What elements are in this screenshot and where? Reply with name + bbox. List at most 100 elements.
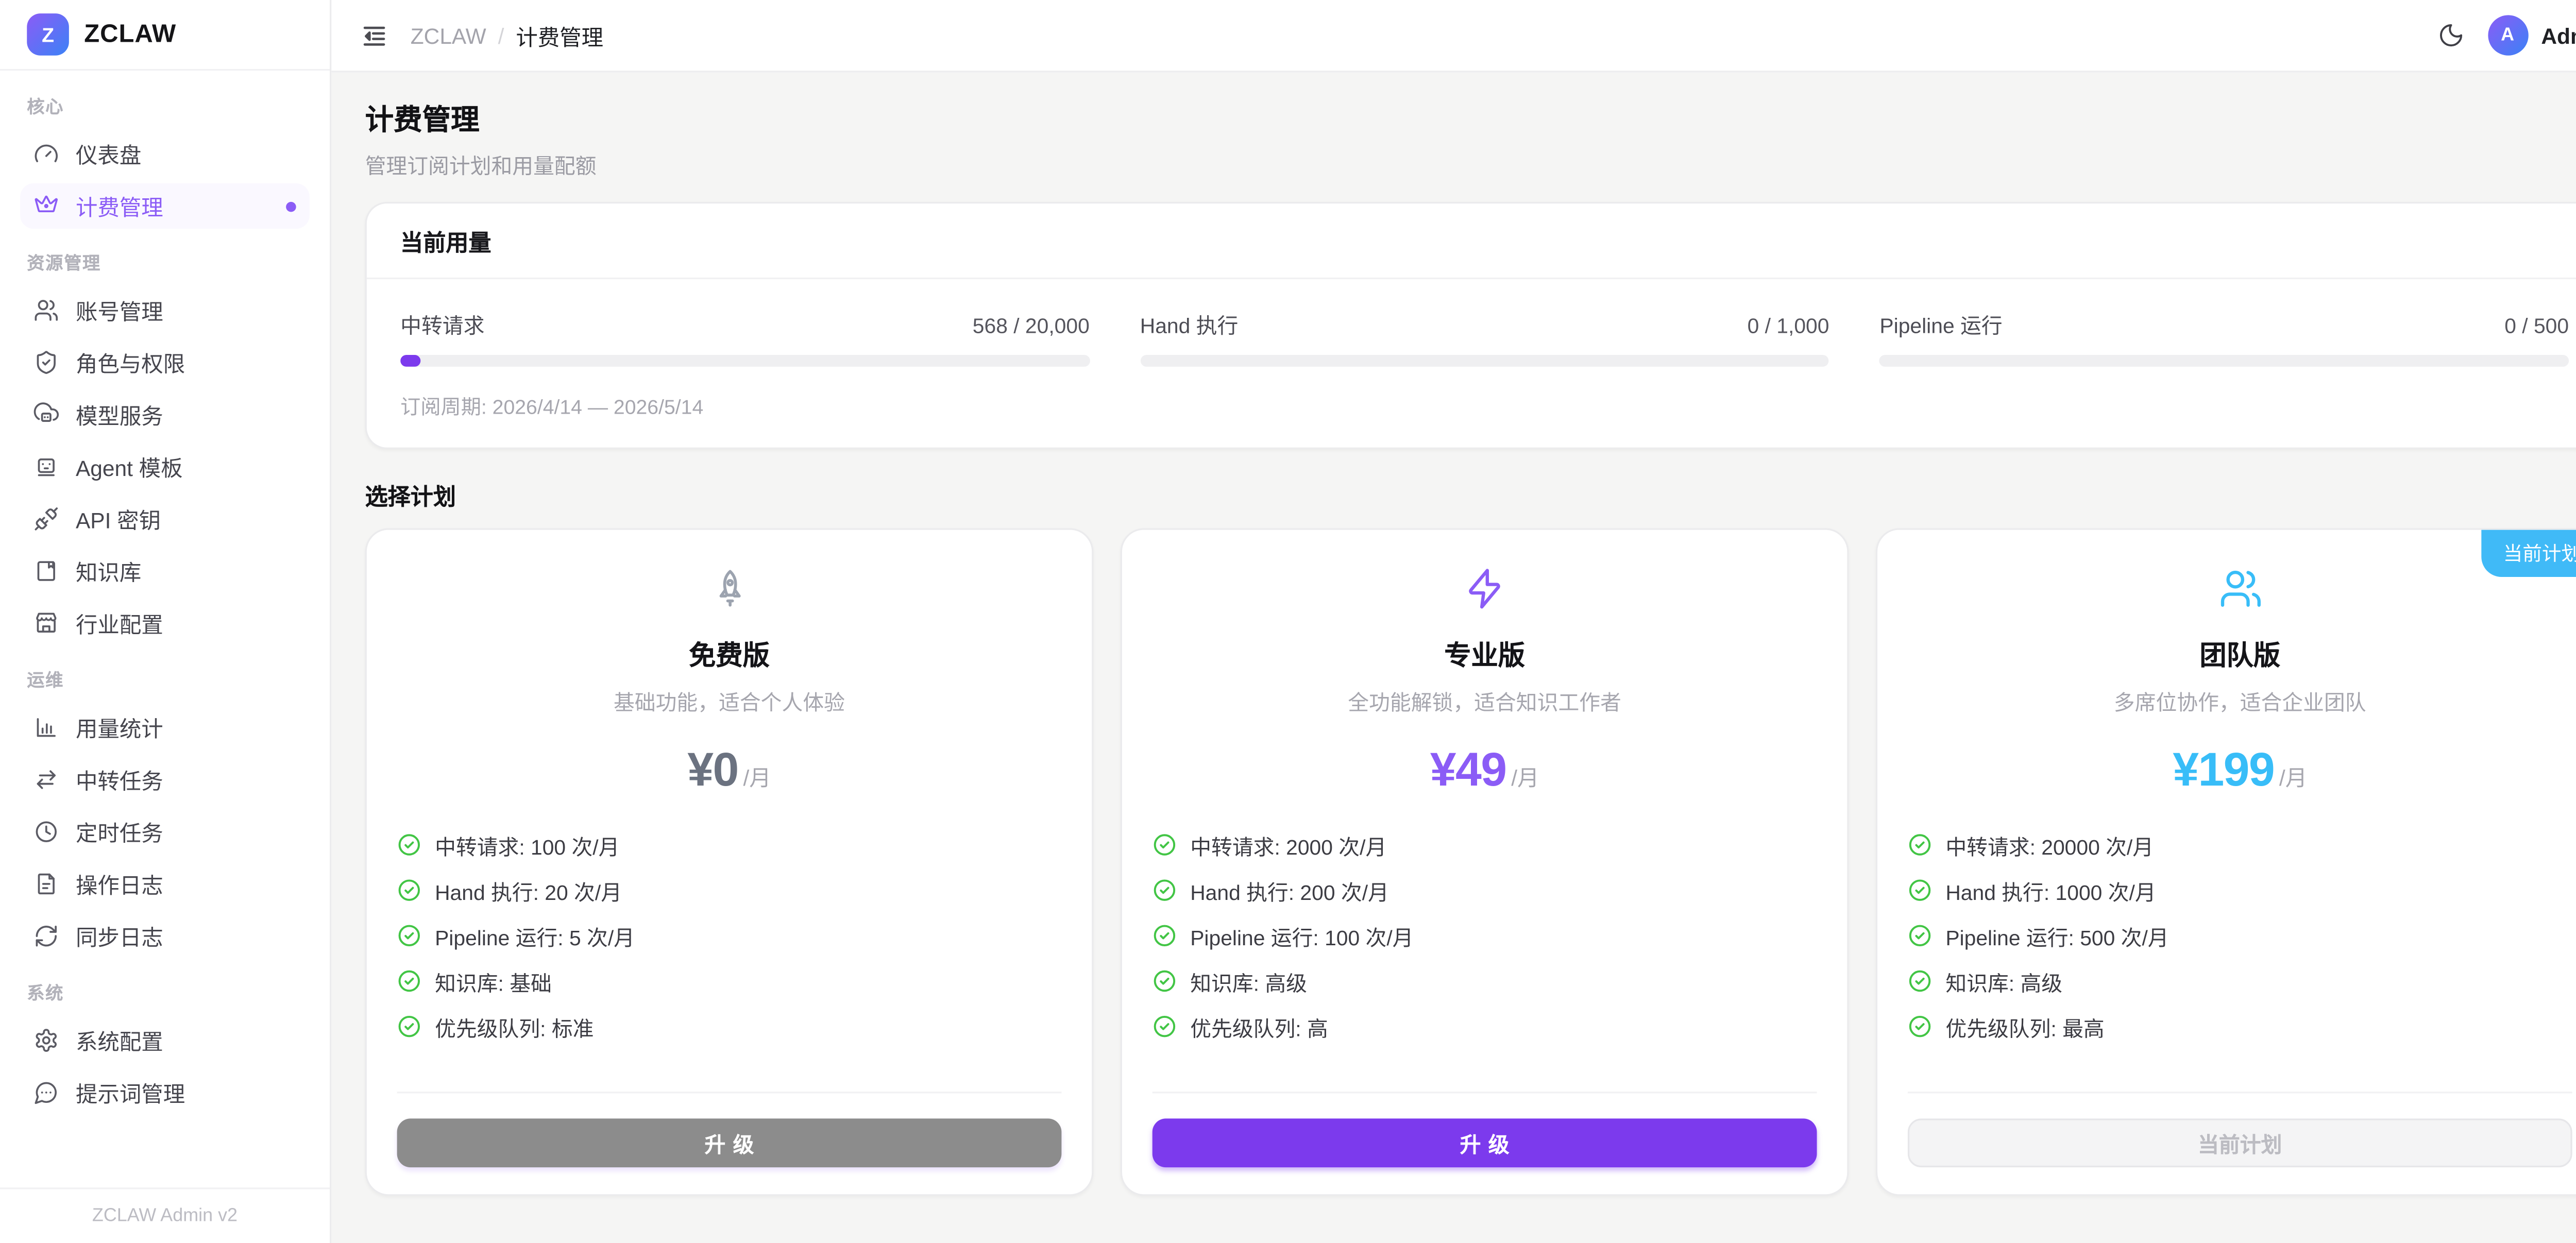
sidebar-item-label: 同步日志: [76, 920, 163, 952]
brand-logo-mark: Z: [27, 13, 69, 56]
plan-features: 中转请求: 2000 次/月 Hand 执行: 200 次/月 Pipeline…: [1153, 829, 1817, 1043]
plan-tagline: 基础功能，适合个人体验: [397, 685, 1062, 717]
sidebar-item-agent-templates[interactable]: Agent 模板: [20, 444, 310, 489]
users-icon: [33, 298, 59, 323]
sidebar-collapse-icon[interactable]: [360, 21, 389, 50]
sidebar-footer: ZCLAW Admin v2: [0, 1187, 330, 1243]
upgrade-button-free[interactable]: 升级: [397, 1118, 1062, 1167]
breadcrumb-separator: /: [498, 23, 504, 48]
check-circle-icon: [397, 924, 421, 948]
sidebar-item-operation-logs[interactable]: 操作日志: [20, 861, 310, 907]
nav-group-resources: 资源管理 账号管理 角色与权限 模型服务: [20, 251, 310, 646]
shield-check-icon: [33, 350, 59, 375]
feature-text: 优先级队列: 最高: [1945, 1011, 2104, 1043]
sidebar-item-roles[interactable]: 角色与权限: [20, 340, 310, 385]
sidebar-item-model-services[interactable]: 模型服务: [20, 392, 310, 437]
divider: [1153, 1092, 1817, 1093]
sidebar-item-relay-tasks[interactable]: 中转任务: [20, 757, 310, 802]
bot-icon: [33, 454, 59, 480]
feature-text: 优先级队列: 标准: [435, 1011, 594, 1043]
plan-tagline: 全功能解锁，适合知识工作者: [1153, 685, 1817, 717]
sidebar-item-label: API 密钥: [76, 503, 161, 535]
nav-group-label: 运维: [27, 668, 310, 693]
sidebar-item-billing[interactable]: 计费管理: [20, 183, 310, 229]
feature-item: 知识库: 基础: [397, 965, 1062, 997]
sidebar-item-accounts[interactable]: 账号管理: [20, 287, 310, 333]
page-content: 计费管理 管理订阅计划和用量配额 当前用量 中转请求 568 / 20,000: [331, 72, 2576, 1243]
feature-item: Pipeline 运行: 100 次/月: [1153, 920, 1817, 952]
plan-price-amount: ¥199: [2173, 743, 2274, 797]
current-plan-badge: 当前计划: [2481, 530, 2576, 577]
check-circle-icon: [397, 833, 421, 857]
feature-item: 中转请求: 20000 次/月: [1908, 829, 2572, 861]
breadcrumb-root[interactable]: ZCLAW: [411, 23, 486, 48]
transfer-arrows-icon: [33, 767, 59, 792]
sidebar-item-industry-config[interactable]: 行业配置: [20, 601, 310, 646]
check-circle-icon: [1908, 1015, 1932, 1039]
nav-group-label: 资源管理: [27, 251, 310, 276]
feature-text: 知识库: 高级: [1190, 965, 1307, 997]
feature-text: Hand 执行: 200 次/月: [1190, 875, 1389, 907]
plan-name: 团队版: [1908, 633, 2572, 673]
sidebar-item-system-config[interactable]: 系统配置: [20, 1018, 310, 1063]
plan-tagline: 多席位协作，适合企业团队: [1908, 685, 2572, 717]
plan-card-footer: 升级: [397, 1043, 1062, 1167]
feature-item: Hand 执行: 20 次/月: [397, 875, 1062, 907]
sidebar-item-label: 行业配置: [76, 607, 163, 639]
plan-price-period: /月: [743, 760, 771, 792]
check-circle-icon: [1908, 924, 1932, 948]
meter-value: 0 / 500: [2504, 315, 2569, 338]
progress-track: [1879, 355, 2569, 367]
user-name: Admin: [2541, 23, 2576, 48]
dark-mode-toggle-moon-icon[interactable]: [2437, 22, 2464, 48]
plan-price-period: /月: [1511, 760, 1539, 792]
sidebar-item-knowledge-base[interactable]: 知识库: [20, 548, 310, 593]
sidebar-item-dashboard[interactable]: 仪表盘: [20, 131, 310, 177]
nav-group-operations: 运维 用量统计 中转任务 定时任务: [20, 668, 310, 959]
team-users-icon: [2218, 567, 2262, 610]
brand-logo[interactable]: Z ZCLAW: [0, 0, 330, 71]
sidebar-item-prompt-management[interactable]: 提示词管理: [20, 1070, 310, 1115]
plan-card-free: 免费版 基础功能，适合个人体验 ¥0 /月 中转请求: 100 次/月 Hand…: [365, 528, 1094, 1196]
app-window: Z ZCLAW 核心 仪表盘 计费管理: [0, 0, 2576, 1243]
sidebar-item-usage-stats[interactable]: 用量统计: [20, 705, 310, 750]
feature-item: 中转请求: 2000 次/月: [1153, 829, 1817, 861]
plan-card-pro: 专业版 全功能解锁，适合知识工作者 ¥49 /月 中转请求: 2000 次/月 …: [1121, 528, 1849, 1196]
page-title: 计费管理: [365, 96, 2576, 138]
plan-features: 中转请求: 100 次/月 Hand 执行: 20 次/月 Pipeline 运…: [397, 829, 1062, 1043]
progress-fill: [400, 355, 420, 367]
check-circle-icon: [1908, 969, 1932, 994]
sidebar-item-scheduled-tasks[interactable]: 定时任务: [20, 809, 310, 855]
meter-label: Pipeline 运行: [1879, 308, 2002, 340]
usage-card-body: 中转请求 568 / 20,000 Hand 执行 0 / 1,000: [367, 279, 2576, 448]
cloud-server-icon: [33, 402, 59, 427]
current-usage-card: 当前用量 中转请求 568 / 20,000: [365, 202, 2576, 449]
plan-name: 专业版: [1153, 633, 1817, 673]
refresh-icon: [33, 924, 59, 949]
feature-item: Pipeline 运行: 5 次/月: [397, 920, 1062, 952]
zap-icon: [1463, 567, 1506, 610]
plan-features: 中转请求: 20000 次/月 Hand 执行: 1000 次/月 Pipeli…: [1908, 829, 2572, 1043]
progress-track: [1140, 355, 1829, 367]
main-area: ZCLAW / 计费管理 A Admin 计费管理 管理订阅计划和用量配额 当前…: [331, 0, 2576, 1243]
plan-price-period: /月: [2279, 760, 2307, 792]
nav-group-core: 核心 仪表盘 计费管理: [20, 94, 310, 229]
sidebar-item-label: 提示词管理: [76, 1077, 185, 1109]
sidebar-item-api-keys[interactable]: API 密钥: [20, 496, 310, 541]
upgrade-button-pro[interactable]: 升级: [1153, 1118, 1817, 1167]
feature-text: 中转请求: 2000 次/月: [1190, 829, 1386, 861]
sidebar-item-label: 系统配置: [76, 1025, 163, 1057]
current-plan-button[interactable]: 当前计划: [1908, 1118, 2572, 1167]
nav-group-label: 系统: [27, 981, 310, 1006]
divider: [397, 1092, 1062, 1093]
user-menu[interactable]: A Admin: [2487, 15, 2576, 55]
sidebar-item-label: 用量统计: [76, 711, 163, 743]
usage-meter-relay-requests: 中转请求 568 / 20,000: [400, 308, 1090, 367]
file-text-icon: [33, 871, 59, 896]
plan-price-amount: ¥0: [687, 743, 738, 797]
sidebar-item-sync-logs[interactable]: 同步日志: [20, 913, 310, 959]
feature-item: Hand 执行: 200 次/月: [1153, 875, 1817, 907]
topbar-right: A Admin: [2437, 15, 2576, 55]
check-circle-icon: [397, 878, 421, 903]
progress-track: [400, 355, 1090, 367]
